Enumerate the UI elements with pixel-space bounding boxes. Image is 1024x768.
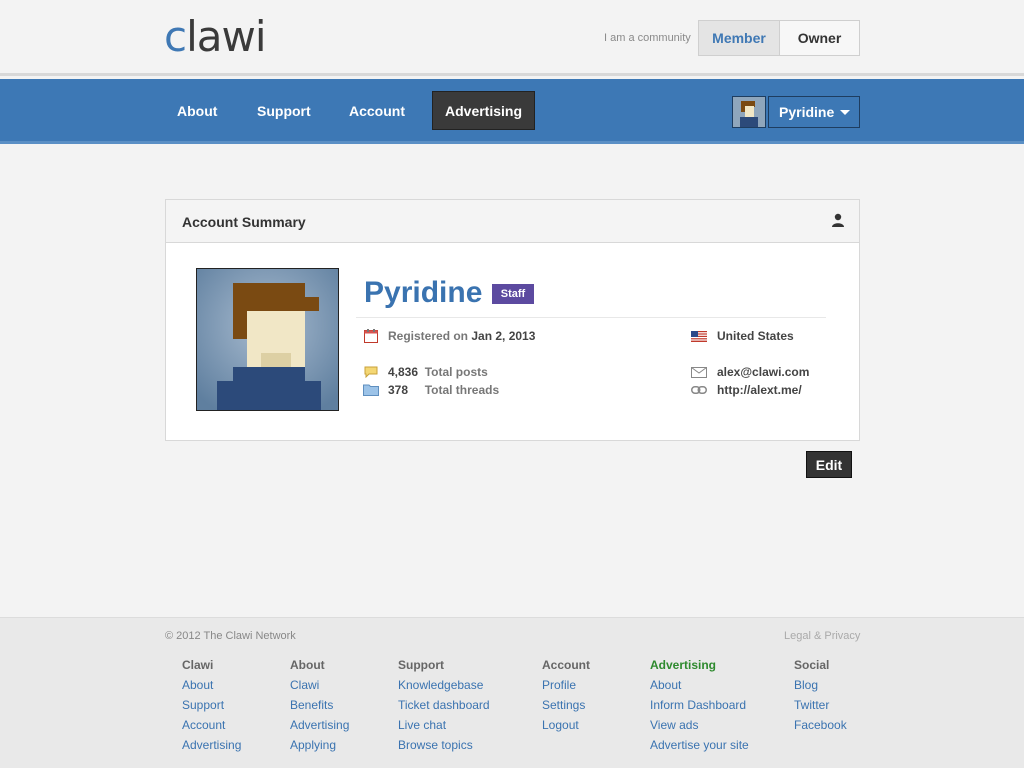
registered-date: Jan 2, 2013 (471, 329, 536, 343)
footer-col-about: About Clawi Benefits Advertising Applyin… (290, 658, 349, 758)
footer-link[interactable]: Clawi (290, 678, 349, 698)
footer-col-advertising: Advertising About Inform Dashboard View … (650, 658, 749, 758)
registered-label: Registered on (388, 329, 469, 343)
footer-link[interactable]: Benefits (290, 698, 349, 718)
footer-heading: Clawi (182, 658, 214, 672)
footer-heading-active: Advertising (650, 658, 717, 672)
registered-info: Registered on Jan 2, 2013 (388, 329, 535, 343)
country-info: United States (717, 329, 794, 343)
user-menu-button[interactable]: Pyridine (768, 96, 860, 128)
link-chain-icon (691, 386, 707, 394)
footer-link[interactable]: Settings (542, 698, 590, 718)
footer-link[interactable]: View ads (650, 718, 749, 738)
clawi-logo[interactable]: clawi (164, 12, 267, 61)
folder-icon (363, 384, 379, 396)
profile-username: Pyridine (364, 276, 483, 309)
staff-badge: Staff (492, 284, 534, 304)
footer-link[interactable]: Advertising (290, 718, 349, 738)
footer-heading: Support (398, 658, 444, 672)
user-menu-label: Pyridine (779, 104, 835, 120)
email-value[interactable]: alex@clawi.com (717, 365, 809, 379)
footer-link[interactable]: Blog (794, 678, 847, 698)
footer-link[interactable]: Advertising (182, 738, 241, 758)
calendar-icon (364, 329, 378, 343)
threads-label: Total threads (424, 383, 500, 397)
nav-advertising[interactable]: Advertising (432, 91, 536, 130)
profile-divider (356, 317, 826, 318)
us-flag-icon (691, 331, 707, 342)
footer: © 2012 The Clawi Network Legal & Privacy… (0, 617, 1024, 768)
member-toggle-button[interactable]: Member (698, 20, 780, 56)
copyright: © 2012 The Clawi Network (165, 630, 296, 642)
edit-button[interactable]: Edit (806, 451, 852, 478)
legal-privacy-link[interactable]: Legal & Privacy (784, 630, 860, 642)
footer-link[interactable]: Facebook (794, 718, 847, 738)
envelope-icon (691, 367, 707, 378)
website-info[interactable]: http://alext.me/ (717, 383, 802, 397)
threads-info: 378 Total threads (388, 383, 499, 397)
community-label: I am a community (604, 32, 691, 44)
footer-col-social: Social Blog Twitter Facebook (794, 658, 847, 738)
website-value[interactable]: http://alext.me/ (717, 383, 802, 397)
footer-link[interactable]: Browse topics (398, 738, 490, 758)
person-icon (832, 213, 844, 227)
chat-bubble-icon (364, 366, 378, 378)
card-header: Account Summary (166, 200, 859, 243)
email-info[interactable]: alex@clawi.com (717, 365, 809, 379)
footer-link[interactable]: Account (182, 718, 241, 738)
nav-account[interactable]: Account (337, 91, 417, 130)
footer-heading: Social (794, 658, 830, 672)
footer-link[interactable]: Applying (290, 738, 349, 758)
owner-toggle-button[interactable]: Owner (779, 20, 860, 56)
footer-col-clawi: Clawi About Support Account Advertising (182, 658, 241, 758)
posts-label: Total posts (424, 365, 488, 379)
nav-support[interactable]: Support (245, 91, 323, 130)
footer-heading: Account (542, 658, 590, 672)
footer-col-account: Account Profile Settings Logout (542, 658, 590, 738)
country-value: United States (717, 329, 794, 343)
footer-heading: About (290, 658, 325, 672)
footer-link[interactable]: Advertise your site (650, 738, 749, 758)
nav-avatar[interactable] (732, 96, 766, 128)
account-summary-card: Account Summary Pyridine Staff Registere… (165, 199, 860, 441)
footer-link[interactable]: Profile (542, 678, 590, 698)
card-title: Account Summary (182, 214, 306, 230)
footer-link[interactable]: Live chat (398, 718, 490, 738)
footer-link[interactable]: Support (182, 698, 241, 718)
threads-count: 378 (388, 383, 409, 397)
footer-link[interactable]: About (650, 678, 749, 698)
footer-link[interactable]: Inform Dashboard (650, 698, 749, 718)
footer-link[interactable]: Knowledgebase (398, 678, 490, 698)
profile-avatar (196, 268, 339, 411)
chevron-down-icon (840, 109, 851, 115)
footer-link[interactable]: Logout (542, 718, 590, 738)
footer-link[interactable]: Twitter (794, 698, 847, 718)
posts-count: 4,836 (388, 365, 419, 379)
nav-about[interactable]: About (165, 91, 229, 130)
top-header: clawi I am a community Member Owner (0, 0, 1024, 76)
logo-text: lawi (186, 12, 266, 61)
footer-col-support: Support Knowledgebase Ticket dashboard L… (398, 658, 490, 758)
posts-info: 4,836 Total posts (388, 365, 488, 379)
logo-letter-c: c (164, 12, 187, 61)
footer-link[interactable]: Ticket dashboard (398, 698, 490, 718)
footer-link[interactable]: About (182, 678, 241, 698)
